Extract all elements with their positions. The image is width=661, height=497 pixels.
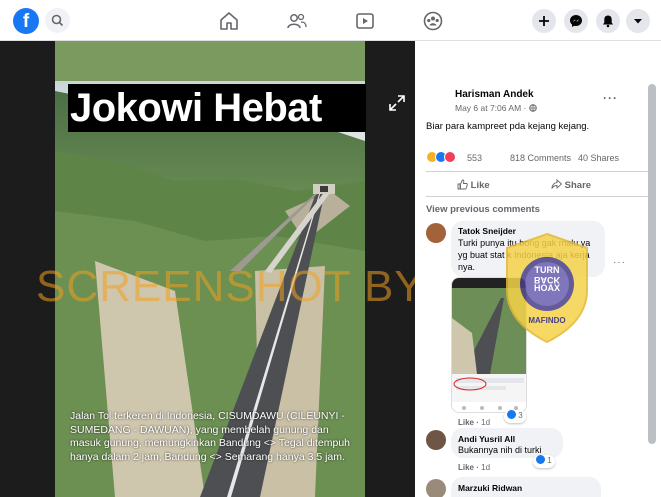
post-timestamp-text: May 6 at 7:06 AM · bbox=[455, 103, 527, 113]
search-icon bbox=[51, 14, 64, 27]
comment-time: 1d bbox=[481, 463, 491, 472]
badge-brand: MAFINDO bbox=[528, 316, 566, 325]
search-button[interactable] bbox=[45, 8, 70, 33]
commenter-avatar[interactable] bbox=[426, 479, 446, 497]
nav-watch[interactable] bbox=[354, 10, 376, 32]
comment-time: 1d bbox=[481, 418, 491, 427]
reaction-icons[interactable] bbox=[426, 151, 466, 164]
globe-icon bbox=[528, 104, 537, 112]
comment-reaction-number: 3 bbox=[518, 411, 523, 420]
commenter-avatar[interactable] bbox=[426, 430, 446, 450]
groups-icon bbox=[423, 11, 443, 31]
comment-reaction-number: 1 bbox=[547, 456, 552, 465]
screenshot-watermark: SCREENSHOT BY bbox=[36, 262, 425, 311]
notifications-icon bbox=[603, 15, 613, 28]
share-label: Share bbox=[564, 180, 592, 191]
comment-time-separator: · bbox=[476, 463, 479, 472]
expand-icon bbox=[389, 95, 405, 111]
comment-options-button[interactable]: ··· bbox=[613, 257, 626, 268]
account-menu-icon bbox=[634, 19, 642, 24]
facebook-logo[interactable]: f bbox=[13, 8, 39, 34]
plus-icon bbox=[539, 16, 549, 26]
like-button[interactable]: Like bbox=[457, 179, 490, 191]
badge-line-1: TURN bbox=[534, 265, 560, 275]
comment-like-button[interactable]: Like · 1d bbox=[458, 418, 490, 427]
reaction-count[interactable]: 553 bbox=[467, 153, 482, 163]
badge-line-3: HOAX bbox=[533, 283, 560, 293]
view-previous-comments[interactable]: View previous comments bbox=[426, 204, 540, 215]
shares-count[interactable]: 40 Shares bbox=[578, 153, 619, 163]
comment-reaction-count[interactable]: 1 bbox=[533, 455, 555, 468]
post-timestamp[interactable]: May 6 at 7:06 AM · bbox=[455, 103, 537, 113]
nav-groups[interactable] bbox=[422, 10, 444, 32]
account-menu-button[interactable] bbox=[626, 9, 650, 33]
nav-friends[interactable] bbox=[286, 10, 308, 32]
share-arrow-icon bbox=[551, 178, 563, 190]
post-options-button[interactable]: ··· bbox=[603, 91, 618, 105]
comment-time-separator: · bbox=[476, 418, 479, 427]
comment-like-button[interactable]: Like · 1d bbox=[458, 463, 490, 472]
badge-line-2: BACK bbox=[534, 275, 560, 285]
watch-icon bbox=[356, 13, 374, 29]
love-reaction-icon bbox=[444, 151, 456, 163]
comment-like-label: Like bbox=[458, 418, 475, 427]
divider bbox=[426, 196, 650, 197]
image-title-banner: Jokowi Hebat bbox=[68, 84, 366, 132]
top-navigation-bar: f bbox=[0, 0, 661, 41]
commenter-name[interactable]: Andi Yusril All bbox=[458, 434, 515, 444]
notifications-button[interactable] bbox=[596, 9, 620, 33]
image-caption: Jalan Tol terkeren di Indonesia, CISUMDA… bbox=[70, 410, 350, 463]
comment-reaction-count[interactable]: 3 bbox=[504, 410, 526, 423]
author-avatar[interactable] bbox=[428, 88, 454, 114]
commenter-name[interactable]: Marzuki Ridwan bbox=[458, 483, 522, 493]
messenger-button[interactable] bbox=[564, 9, 588, 33]
create-button[interactable] bbox=[532, 9, 556, 33]
comments-count[interactable]: 818 Comments bbox=[510, 153, 571, 163]
messenger-icon bbox=[570, 15, 582, 27]
thumbs-up-icon bbox=[457, 179, 468, 190]
like-reaction-icon bbox=[507, 410, 516, 419]
like-label: Like bbox=[470, 180, 490, 191]
comment-text: Bukannya nih di turki bbox=[458, 445, 542, 455]
share-button[interactable]: Share bbox=[551, 178, 592, 191]
home-icon bbox=[220, 12, 238, 30]
like-reaction-icon bbox=[536, 455, 545, 464]
nav-home[interactable] bbox=[218, 10, 240, 32]
comments-scrollbar[interactable] bbox=[648, 84, 656, 444]
friends-icon bbox=[287, 13, 307, 29]
post-text: Biar para kampreet pda kejang kejang. bbox=[426, 121, 590, 132]
expand-button[interactable] bbox=[388, 94, 406, 112]
commenter-avatar[interactable] bbox=[426, 223, 446, 243]
comment-like-label: Like bbox=[458, 463, 475, 472]
divider bbox=[426, 171, 650, 172]
turnbackhoax-badge: TURN BACK HOAX MAFINDO bbox=[503, 232, 591, 344]
post-author[interactable]: Harisman Andek bbox=[455, 89, 534, 100]
